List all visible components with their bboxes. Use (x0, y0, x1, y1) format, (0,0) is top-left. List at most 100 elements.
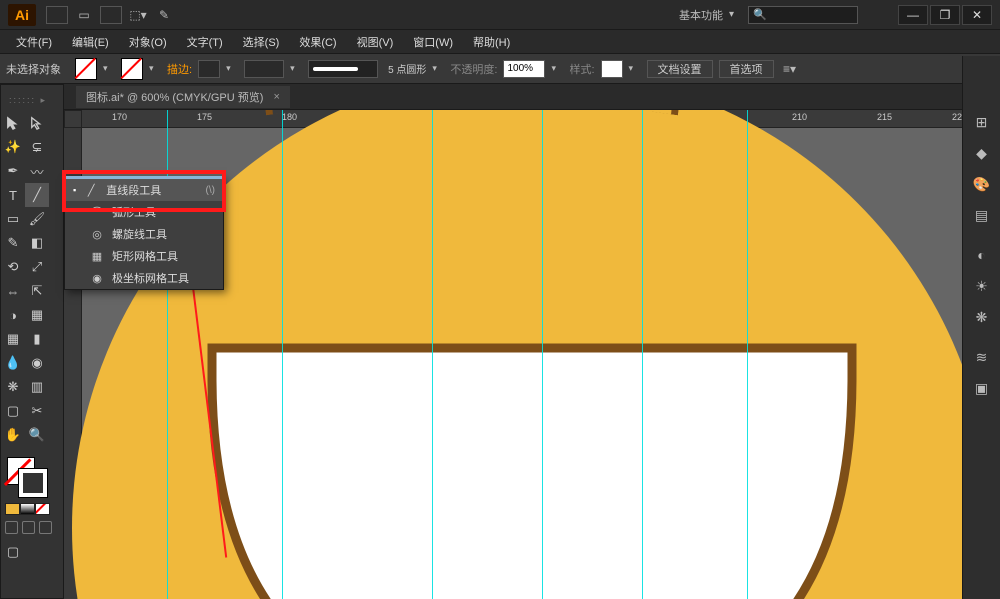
stroke-dd[interactable]: ▾ (149, 63, 161, 74)
line-segment-tool[interactable]: ╱ (25, 183, 49, 207)
draw-behind[interactable] (22, 521, 35, 534)
opacity-label: 不透明度: (450, 61, 497, 77)
brushes-panel-icon[interactable]: ◐ (965, 240, 999, 270)
slice-tool[interactable]: ✂ (25, 399, 49, 423)
curvature-tool[interactable]: 〰 (25, 159, 49, 183)
flyout-line-segment[interactable]: ▪ ╱ 直线段工具 (\) (65, 179, 223, 201)
stroke-weight-dd[interactable]: ▾ (226, 63, 238, 74)
direct-selection-tool[interactable] (25, 111, 49, 135)
draw-inside[interactable] (39, 521, 52, 534)
type-tool[interactable]: T (1, 183, 25, 207)
appearance-panel-icon[interactable]: ▣ (965, 373, 999, 403)
close-button[interactable]: ✕ (962, 5, 992, 25)
document-tab[interactable]: 图标.ai* @ 600% (CMYK/GPU 预览) × (76, 86, 290, 108)
color-mode-fill[interactable] (5, 503, 20, 515)
style-label: 样式: (569, 61, 594, 77)
libraries-panel-icon[interactable]: ◆ (965, 138, 999, 168)
screen-mode[interactable]: ▢ (1, 540, 25, 564)
free-transform-tool[interactable]: ⇱ (25, 279, 49, 303)
menu-view[interactable]: 视图(V) (347, 34, 404, 50)
hand-tool[interactable]: ✋ (1, 423, 25, 447)
menu-window[interactable]: 窗口(W) (403, 34, 463, 50)
var-width-dd[interactable]: ▾ (290, 63, 302, 74)
align-icon[interactable]: ≡▾ (780, 59, 800, 79)
pen-tool[interactable]: ✒ (1, 159, 25, 183)
flyout-polar-grid[interactable]: ◉ 极坐标网格工具 (65, 267, 223, 289)
guide-line[interactable] (642, 110, 643, 599)
guide-line[interactable] (542, 110, 543, 599)
style-swatch[interactable] (601, 60, 623, 78)
menu-file[interactable]: 文件(F) (6, 34, 62, 50)
symbol-sprayer-tool[interactable]: ❋ (1, 375, 25, 399)
gpu-icon[interactable]: ⬚▾ (128, 5, 148, 25)
selection-tool[interactable] (1, 111, 25, 135)
perspective-tool[interactable]: ▦ (25, 303, 49, 327)
restore-button[interactable]: ❐ (930, 5, 960, 25)
draw-normal[interactable] (5, 521, 18, 534)
color-mode-gradient[interactable] (20, 503, 35, 515)
color-mode-none[interactable] (35, 503, 50, 515)
mesh-tool[interactable]: ▦ (1, 327, 25, 351)
doc-setup-button[interactable]: 文档设置 (647, 60, 713, 78)
menu-object[interactable]: 对象(O) (119, 34, 177, 50)
color-panel-icon[interactable]: 🎨 (965, 169, 999, 199)
blend-tool[interactable]: ◉ (25, 351, 49, 375)
menu-type[interactable]: 文字(T) (177, 34, 233, 50)
search-input[interactable]: 🔍 (748, 6, 858, 24)
tab-close-icon[interactable]: × (273, 91, 279, 103)
arrange-icon[interactable]: ▭ (74, 5, 94, 25)
zoom-tool[interactable]: 🔍 (25, 423, 49, 447)
flyout-arc[interactable]: ⌒ 弧形工具 (65, 201, 223, 223)
guide-line[interactable] (747, 110, 748, 599)
menu-select[interactable]: 选择(S) (233, 34, 290, 50)
stroke-profile[interactable] (308, 60, 378, 78)
symbols-panel-icon[interactable]: ❋ (965, 302, 999, 332)
lasso-tool[interactable]: ⊊ (25, 135, 49, 159)
sync-icon[interactable]: ✎ (154, 5, 174, 25)
menu-edit[interactable]: 编辑(E) (62, 34, 119, 50)
guide-line[interactable] (432, 110, 433, 599)
graph-tool[interactable]: ▥ (25, 375, 49, 399)
properties-panel-icon[interactable]: ⊞ (965, 107, 999, 137)
swatches-panel-icon[interactable]: ▤ (965, 200, 999, 230)
style-dd[interactable]: ▾ (629, 63, 641, 74)
panel-grip-icon[interactable]: :::::: ▸ (9, 95, 47, 106)
shaper-tool[interactable]: ✎ (1, 231, 25, 255)
menu-effect[interactable]: 效果(C) (289, 34, 346, 50)
rotate-tool[interactable]: ⟲ (1, 255, 25, 279)
flyout-item-label: 弧形工具 (112, 204, 156, 220)
workspace-dropdown[interactable]: ▾ (729, 9, 734, 20)
fill-dd[interactable]: ▾ (103, 63, 115, 74)
width-tool[interactable]: ⇔ (1, 279, 25, 303)
stroke-swatch[interactable] (121, 58, 143, 80)
document-tab-label: 图标.ai* @ 600% (CMYK/GPU 预览) (86, 89, 263, 105)
rectangle-tool[interactable]: ▭ (1, 207, 25, 231)
layers-panel-icon[interactable]: ≋ (965, 342, 999, 372)
minimize-button[interactable]: — (898, 5, 928, 25)
layout-icon[interactable] (100, 6, 122, 24)
eyedropper-tool[interactable]: 💧 (1, 351, 25, 375)
artboard-tool[interactable]: ▢ (1, 399, 25, 423)
ruler-origin[interactable] (64, 110, 82, 128)
flyout-rect-grid[interactable]: ▦ 矩形网格工具 (65, 245, 223, 267)
stroke-weight[interactable] (198, 60, 220, 78)
stroke-panel-icon[interactable]: ☀ (965, 271, 999, 301)
fill-swatch[interactable] (75, 58, 97, 80)
paintbrush-tool[interactable]: 🖌 (25, 207, 49, 231)
opacity-input[interactable] (503, 60, 545, 78)
shape-builder-tool[interactable]: ◑ (1, 303, 25, 327)
opacity-dd[interactable]: ▾ (551, 63, 563, 74)
eraser-tool[interactable]: ◧ (25, 231, 49, 255)
menu-help[interactable]: 帮助(H) (463, 34, 520, 50)
gradient-tool[interactable]: ▮ (25, 327, 49, 351)
bridge-icon[interactable] (46, 6, 68, 24)
stroke-color[interactable] (19, 469, 47, 497)
scale-tool[interactable]: ⤢ (25, 255, 49, 279)
flyout-spiral[interactable]: ◎ 螺旋线工具 (65, 223, 223, 245)
color-picker[interactable] (7, 457, 47, 497)
var-width[interactable] (244, 60, 284, 78)
magic-wand-tool[interactable]: ✨ (1, 135, 25, 159)
prefs-button[interactable]: 首选项 (719, 60, 774, 78)
guide-line[interactable] (282, 110, 283, 599)
profile-dd[interactable]: ▾ (432, 63, 444, 74)
